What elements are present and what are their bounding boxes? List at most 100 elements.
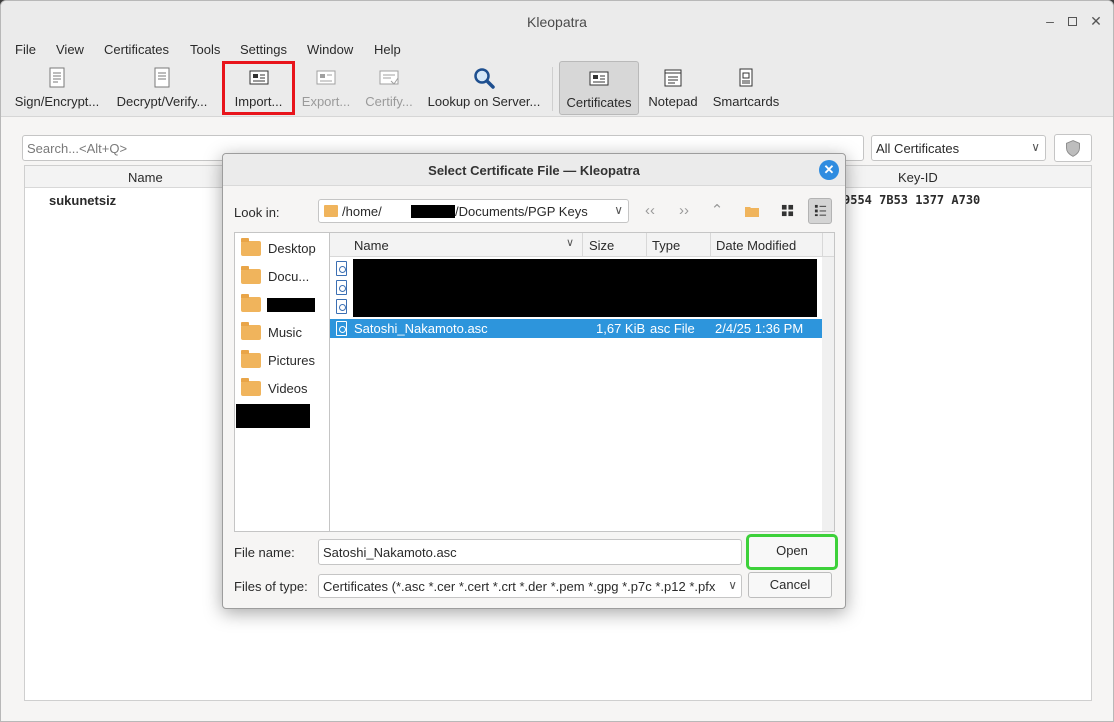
table-row[interactable]: Satoshi_Nakamoto.asc 1,67 KiB asc File 2…: [330, 319, 822, 338]
open-button-label: Open: [776, 543, 808, 558]
column-name[interactable]: Name: [128, 170, 163, 185]
decrypt-verify-label: Decrypt/Verify...: [116, 94, 208, 109]
filter-value: All Certificates: [876, 141, 960, 156]
smartcard-icon: [739, 68, 753, 87]
export-label: Export...: [301, 94, 351, 109]
places-sidebar: Desktop Docu... Music Pictures Videos: [234, 232, 330, 532]
file-list: Name ∨ Size Type Date Modified Satoshi_N…: [329, 232, 835, 532]
dialog-close-icon[interactable]: ✕: [819, 160, 839, 180]
minimize-icon[interactable]: –: [1041, 12, 1059, 30]
shield-icon: [1066, 140, 1080, 157]
detail-view-icon[interactable]: [808, 198, 832, 224]
sidebar-item-label: Pictures: [268, 353, 315, 368]
import-icon: [249, 70, 268, 85]
import-button[interactable]: Import...: [222, 61, 295, 115]
menu-view[interactable]: View: [56, 42, 84, 57]
notepad-label: Notepad: [648, 94, 698, 109]
certificate-filter-select[interactable]: All Certificates ∨: [871, 135, 1046, 161]
folder-icon: [324, 205, 338, 217]
menu-settings[interactable]: Settings: [240, 42, 287, 57]
file-size-cell: 1,67 KiB: [596, 321, 646, 336]
open-button[interactable]: Open: [746, 534, 838, 570]
column-divider: [646, 233, 647, 257]
sign-encrypt-button[interactable]: Sign/Encrypt...: [9, 61, 105, 115]
shield-button[interactable]: [1054, 134, 1092, 162]
close-icon[interactable]: ✕: [1087, 12, 1105, 30]
sidebar-item-label: Desktop: [268, 241, 316, 256]
file-icon: [336, 299, 347, 314]
kleopatra-window: Kleopatra – ✕ File View Certificates Too…: [0, 0, 1114, 722]
certificates-label: Certificates: [566, 95, 632, 110]
chevron-down-icon: ∨: [614, 203, 623, 217]
menu-tools[interactable]: Tools: [190, 42, 220, 57]
folder-icon: [241, 266, 261, 284]
files-of-type-value: Certificates (*.asc *.cer *.cert *.crt *…: [323, 579, 716, 594]
column-date-modified[interactable]: Date Modified: [716, 238, 796, 253]
folder-icon: [241, 238, 261, 256]
notepad-icon: [664, 69, 682, 87]
files-of-type-select[interactable]: Certificates (*.asc *.cer *.cert *.crt *…: [318, 574, 742, 598]
column-size[interactable]: Size: [589, 238, 614, 253]
export-icon: [316, 70, 336, 85]
icon-view-icon[interactable]: [775, 198, 799, 224]
notepad-button[interactable]: Notepad: [643, 61, 703, 115]
menu-file[interactable]: File: [15, 42, 36, 57]
cert-key-id: 9554 7B53 1377 A730: [843, 193, 981, 207]
look-in-select[interactable]: /home/ /Documents/PGP Keys ∨: [318, 199, 629, 223]
vertical-scrollbar[interactable]: [822, 257, 834, 531]
certify-button[interactable]: Certify...: [360, 61, 418, 115]
file-list-header: Name ∨ Size Type Date Modified: [330, 233, 834, 257]
cancel-button-label: Cancel: [769, 577, 811, 592]
select-certificate-file-dialog: Select Certificate File — Kleopatra ✕ Lo…: [222, 153, 846, 609]
forward-icon[interactable]: ››: [673, 200, 695, 222]
decrypt-verify-button[interactable]: Decrypt/Verify...: [109, 61, 215, 115]
maximize-icon[interactable]: [1063, 12, 1081, 30]
file-name-cell: Satoshi_Nakamoto.asc: [354, 321, 488, 336]
magnifier-icon: [474, 68, 495, 89]
file-name-label: File name:: [234, 545, 295, 560]
sort-chevron-icon: ∨: [566, 237, 575, 249]
sign-encrypt-icon: [49, 67, 65, 88]
import-label: Import...: [234, 94, 283, 109]
sign-encrypt-label: Sign/Encrypt...: [14, 94, 100, 109]
certify-icon: [379, 70, 399, 85]
menu-bar: File View Certificates Tools Settings Wi…: [1, 41, 1113, 61]
parent-directory-icon[interactable]: ⌃: [706, 200, 728, 222]
folder-icon: [241, 322, 261, 340]
column-key-id[interactable]: Key-ID: [898, 170, 938, 185]
smartcards-button[interactable]: Smartcards: [709, 61, 783, 115]
chevron-down-icon: ∨: [1031, 140, 1040, 154]
sidebar-item-label: Music: [268, 325, 302, 340]
file-icon: [336, 321, 347, 336]
column-name[interactable]: Name: [354, 238, 389, 253]
decrypt-verify-icon: [154, 67, 170, 88]
column-divider: [822, 233, 823, 257]
path-suffix: /Documents/PGP Keys: [455, 204, 588, 219]
chevron-down-icon: ∨: [726, 578, 737, 592]
lookup-on-server-button[interactable]: Lookup on Server...: [425, 61, 543, 115]
column-divider: [582, 233, 583, 257]
sidebar-item-label: Docu...: [268, 269, 310, 284]
column-divider: [710, 233, 711, 257]
redacted-label: [267, 298, 315, 312]
sidebar-item-label: Videos: [268, 381, 308, 396]
back-icon[interactable]: ‹‹: [639, 200, 661, 222]
cancel-button[interactable]: Cancel: [748, 572, 832, 598]
file-icon: [336, 280, 347, 295]
menu-window[interactable]: Window: [307, 42, 353, 57]
column-type[interactable]: Type: [652, 238, 680, 253]
export-button[interactable]: Export...: [298, 61, 354, 115]
lookup-label: Lookup on Server...: [427, 94, 541, 109]
file-name-input[interactable]: Satoshi_Nakamoto.asc: [318, 539, 742, 565]
sidebar-item-redacted[interactable]: [241, 294, 321, 316]
certificates-view-button[interactable]: Certificates: [559, 61, 639, 115]
folder-icon: [241, 378, 261, 396]
menu-certificates[interactable]: Certificates: [104, 42, 169, 57]
smartcards-label: Smartcards: [712, 94, 780, 109]
new-folder-icon[interactable]: [741, 200, 763, 222]
dialog-title-bar: Select Certificate File — Kleopatra ✕: [223, 154, 845, 186]
menu-help[interactable]: Help: [374, 42, 401, 57]
file-icon: [336, 261, 347, 276]
redacted-sidebar-item: [236, 404, 310, 428]
file-date-cell: 2/4/25 1:36 PM: [715, 321, 804, 336]
